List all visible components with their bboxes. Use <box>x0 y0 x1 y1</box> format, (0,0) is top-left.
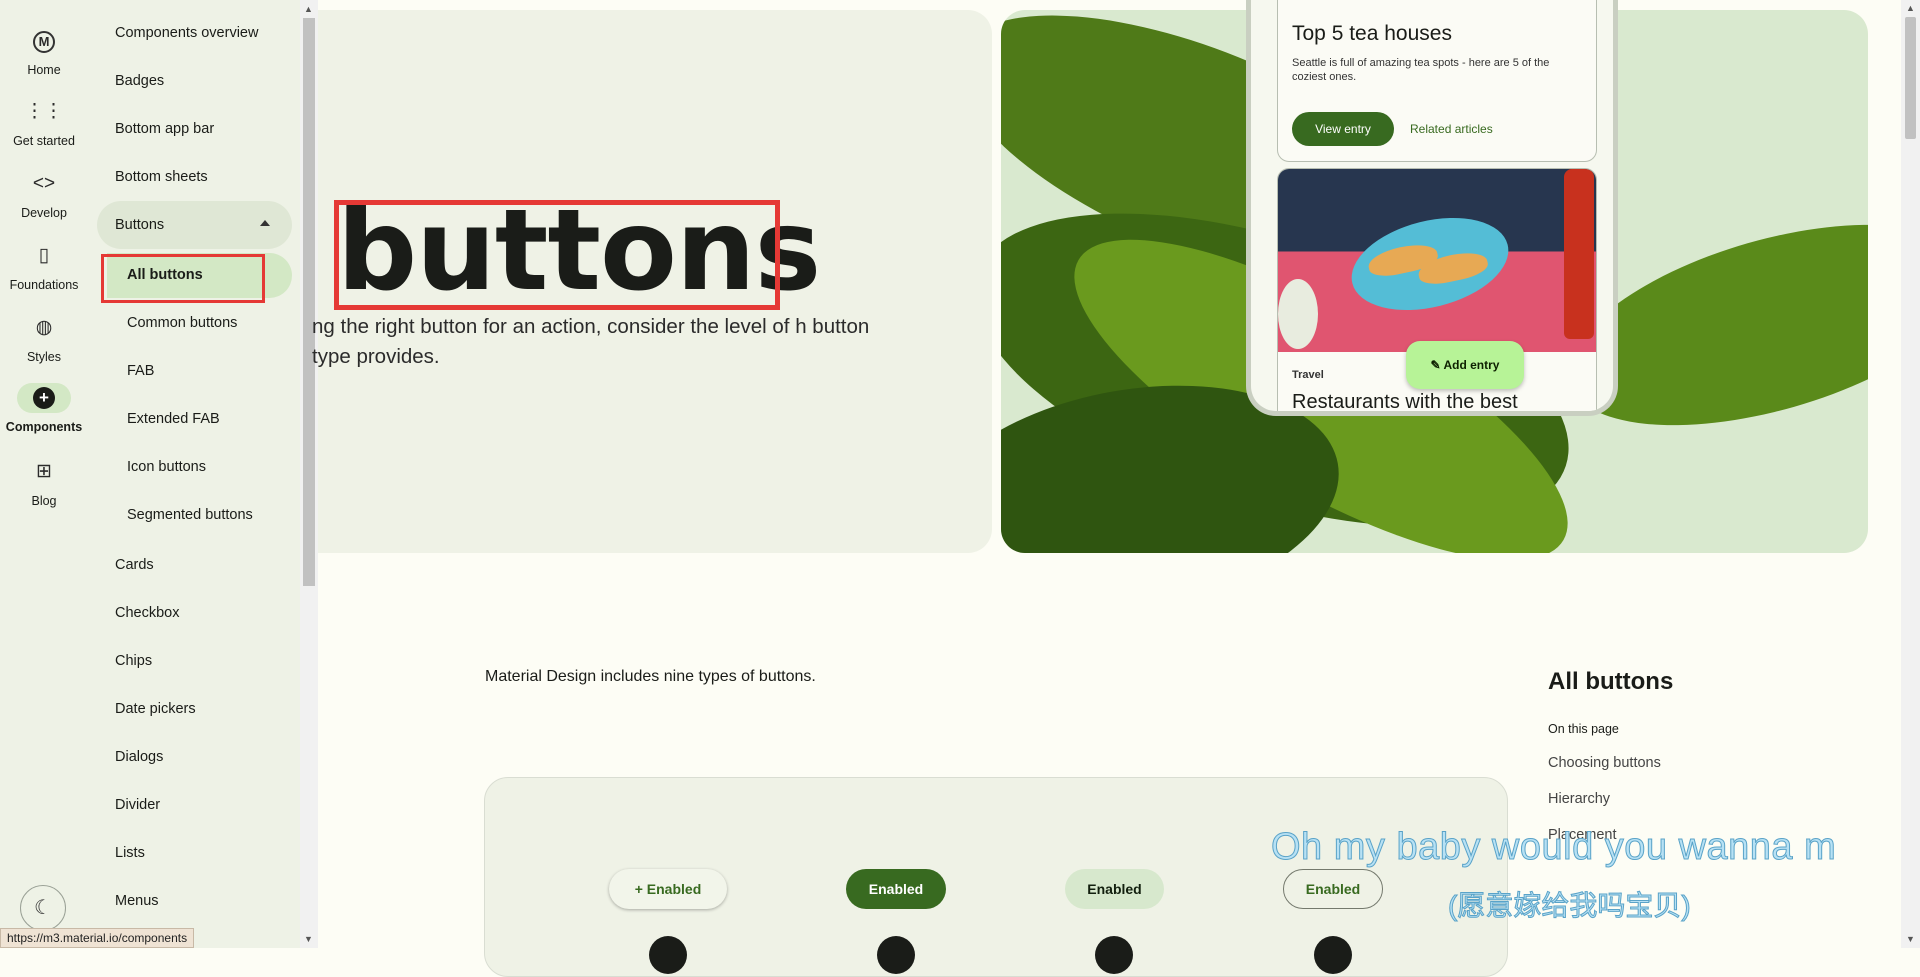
nav-group-label: Buttons <box>115 217 165 233</box>
scrollbar-thumb[interactable] <box>303 18 315 586</box>
components-sidenav: Components overview Badges Bottom app ba… <box>88 0 300 948</box>
button-preview-dot <box>1314 936 1352 974</box>
bottle-shape <box>1564 169 1594 339</box>
rail-item-label: Components <box>5 420 83 434</box>
toc-link-hierarchy[interactable]: Hierarchy <box>1548 791 1610 807</box>
button-preview-dot <box>1095 936 1133 974</box>
material-logo-icon: M <box>17 26 71 56</box>
card-title: Restaurants with the best <box>1292 391 1518 413</box>
add-box-icon: ⊞ <box>36 461 52 482</box>
rail-item-blog[interactable]: ⊞ Blog <box>0 457 88 508</box>
nav-item-date-pickers[interactable]: Date pickers <box>115 701 196 717</box>
nav-item-badges[interactable]: Badges <box>115 73 164 89</box>
button-preview-dot <box>877 936 915 974</box>
rail-item-develop[interactable]: <> Develop <box>0 169 88 220</box>
page-scrollbar[interactable]: ▲ ▼ <box>1901 0 1920 948</box>
nav-item-cards[interactable]: Cards <box>115 557 154 573</box>
scroll-down-arrow-icon[interactable]: ▼ <box>304 934 313 944</box>
dark-mode-toggle[interactable]: ☾ <box>20 885 66 931</box>
nav-item-menus[interactable]: Menus <box>115 893 159 909</box>
intro-text: Material Design includes nine types of b… <box>485 668 816 685</box>
rail-item-foundations[interactable]: ▯ Foundations <box>0 241 88 292</box>
nav-item-components-overview[interactable]: Components overview <box>115 25 258 41</box>
highlight-box-title <box>334 200 780 310</box>
scroll-down-arrow-icon[interactable]: ▼ <box>1906 934 1915 944</box>
food-photo <box>1278 169 1596 352</box>
nav-item-dialogs[interactable]: Dialogs <box>115 749 163 765</box>
rail-item-label: Develop <box>21 206 67 220</box>
rail-item-label: Styles <box>26 350 62 364</box>
elevated-button[interactable]: + Enabled <box>609 869 727 909</box>
chevron-up-icon <box>260 220 270 226</box>
nav-item-bottom-app-bar[interactable]: Bottom app bar <box>115 121 214 137</box>
related-articles-button[interactable]: Related articles <box>1410 112 1493 146</box>
apps-grid-icon: ⋮⋮ <box>25 101 63 122</box>
view-entry-button[interactable]: View entry <box>1292 112 1394 146</box>
nav-item-common-buttons[interactable]: Common buttons <box>127 315 237 331</box>
hero-description: ng the right button for an action, consi… <box>312 315 870 368</box>
button-preview-dot <box>649 936 687 974</box>
phone-mockup: Top 5 tea houses Seattle is full of amaz… <box>1246 0 1618 416</box>
tonal-button[interactable]: Enabled <box>1065 869 1164 909</box>
add-entry-fab[interactable]: ✎ Add entry <box>1406 341 1524 389</box>
filled-button[interactable]: Enabled <box>846 869 946 909</box>
add-circle-icon: + <box>17 383 71 413</box>
plus-icon: + <box>634 881 647 897</box>
card-text: Seattle is full of amazing tea spots - h… <box>1292 57 1550 83</box>
palette-icon: ◍ <box>35 317 53 338</box>
moon-icon: ☾ <box>34 897 52 919</box>
lyric-overlay-line2: (愿意嫁给我吗宝贝) <box>1448 890 1692 922</box>
nav-group-buttons[interactable]: Buttons <box>97 201 292 249</box>
button-label: Enabled <box>646 881 702 897</box>
nav-item-fab[interactable]: FAB <box>127 363 154 379</box>
fab-label: Add entry <box>1443 358 1500 372</box>
link-status-bar: https://m3.material.io/components <box>0 928 195 948</box>
rail-item-label: Home <box>27 63 61 77</box>
toc-title: All buttons <box>1548 668 1674 695</box>
navigation-rail: M Home ⋮⋮ Get started <> Develop ▯ Found… <box>0 0 88 948</box>
nav-item-icon-buttons[interactable]: Icon buttons <box>127 459 206 475</box>
rail-item-label: Blog <box>31 494 57 508</box>
nav-item-lists[interactable]: Lists <box>115 845 145 861</box>
restaurant-card: Travel Restaurants with the best ✎ Add e… <box>1277 168 1597 413</box>
nav-item-bottom-sheets[interactable]: Bottom sheets <box>115 169 208 185</box>
code-icon: <> <box>32 173 56 194</box>
nav-item-divider[interactable]: Divider <box>115 797 160 813</box>
lyric-overlay-line1: Oh my baby would you wanna m <box>1271 826 1837 869</box>
toc-link-choosing-buttons[interactable]: Choosing buttons <box>1548 755 1661 771</box>
card-title: Top 5 tea houses <box>1292 22 1452 45</box>
rail-item-components[interactable]: + Components <box>0 383 88 434</box>
scroll-up-arrow-icon[interactable]: ▲ <box>304 4 313 14</box>
nav-item-segmented-buttons[interactable]: Segmented buttons <box>127 507 253 523</box>
toc-subtitle: On this page <box>1548 722 1619 736</box>
scroll-up-arrow-icon[interactable]: ▲ <box>1906 3 1915 13</box>
highlight-box-nav <box>101 254 265 303</box>
outlined-button[interactable]: Enabled <box>1283 869 1383 909</box>
rail-item-get-started[interactable]: ⋮⋮ Get started <box>0 97 88 148</box>
rail-item-label: Foundations <box>9 278 79 292</box>
rail-item-home[interactable]: M Home <box>0 26 88 77</box>
scrollbar-thumb[interactable] <box>1905 17 1916 139</box>
book-icon: ▯ <box>38 245 50 266</box>
card-tag: Travel <box>1292 369 1324 381</box>
nav-item-extended-fab[interactable]: Extended FAB <box>127 411 220 427</box>
rail-item-label: Get started <box>13 134 75 148</box>
article-card: Top 5 tea houses Seattle is full of amaz… <box>1277 0 1597 162</box>
pencil-icon: ✎ <box>1430 358 1441 372</box>
sidenav-scrollbar[interactable]: ▲ ▼ <box>300 0 318 948</box>
bowl-shape <box>1278 279 1318 349</box>
nav-item-chips[interactable]: Chips <box>115 653 152 669</box>
rail-item-styles[interactable]: ◍ Styles <box>0 313 88 364</box>
nav-item-checkbox[interactable]: Checkbox <box>115 605 179 621</box>
